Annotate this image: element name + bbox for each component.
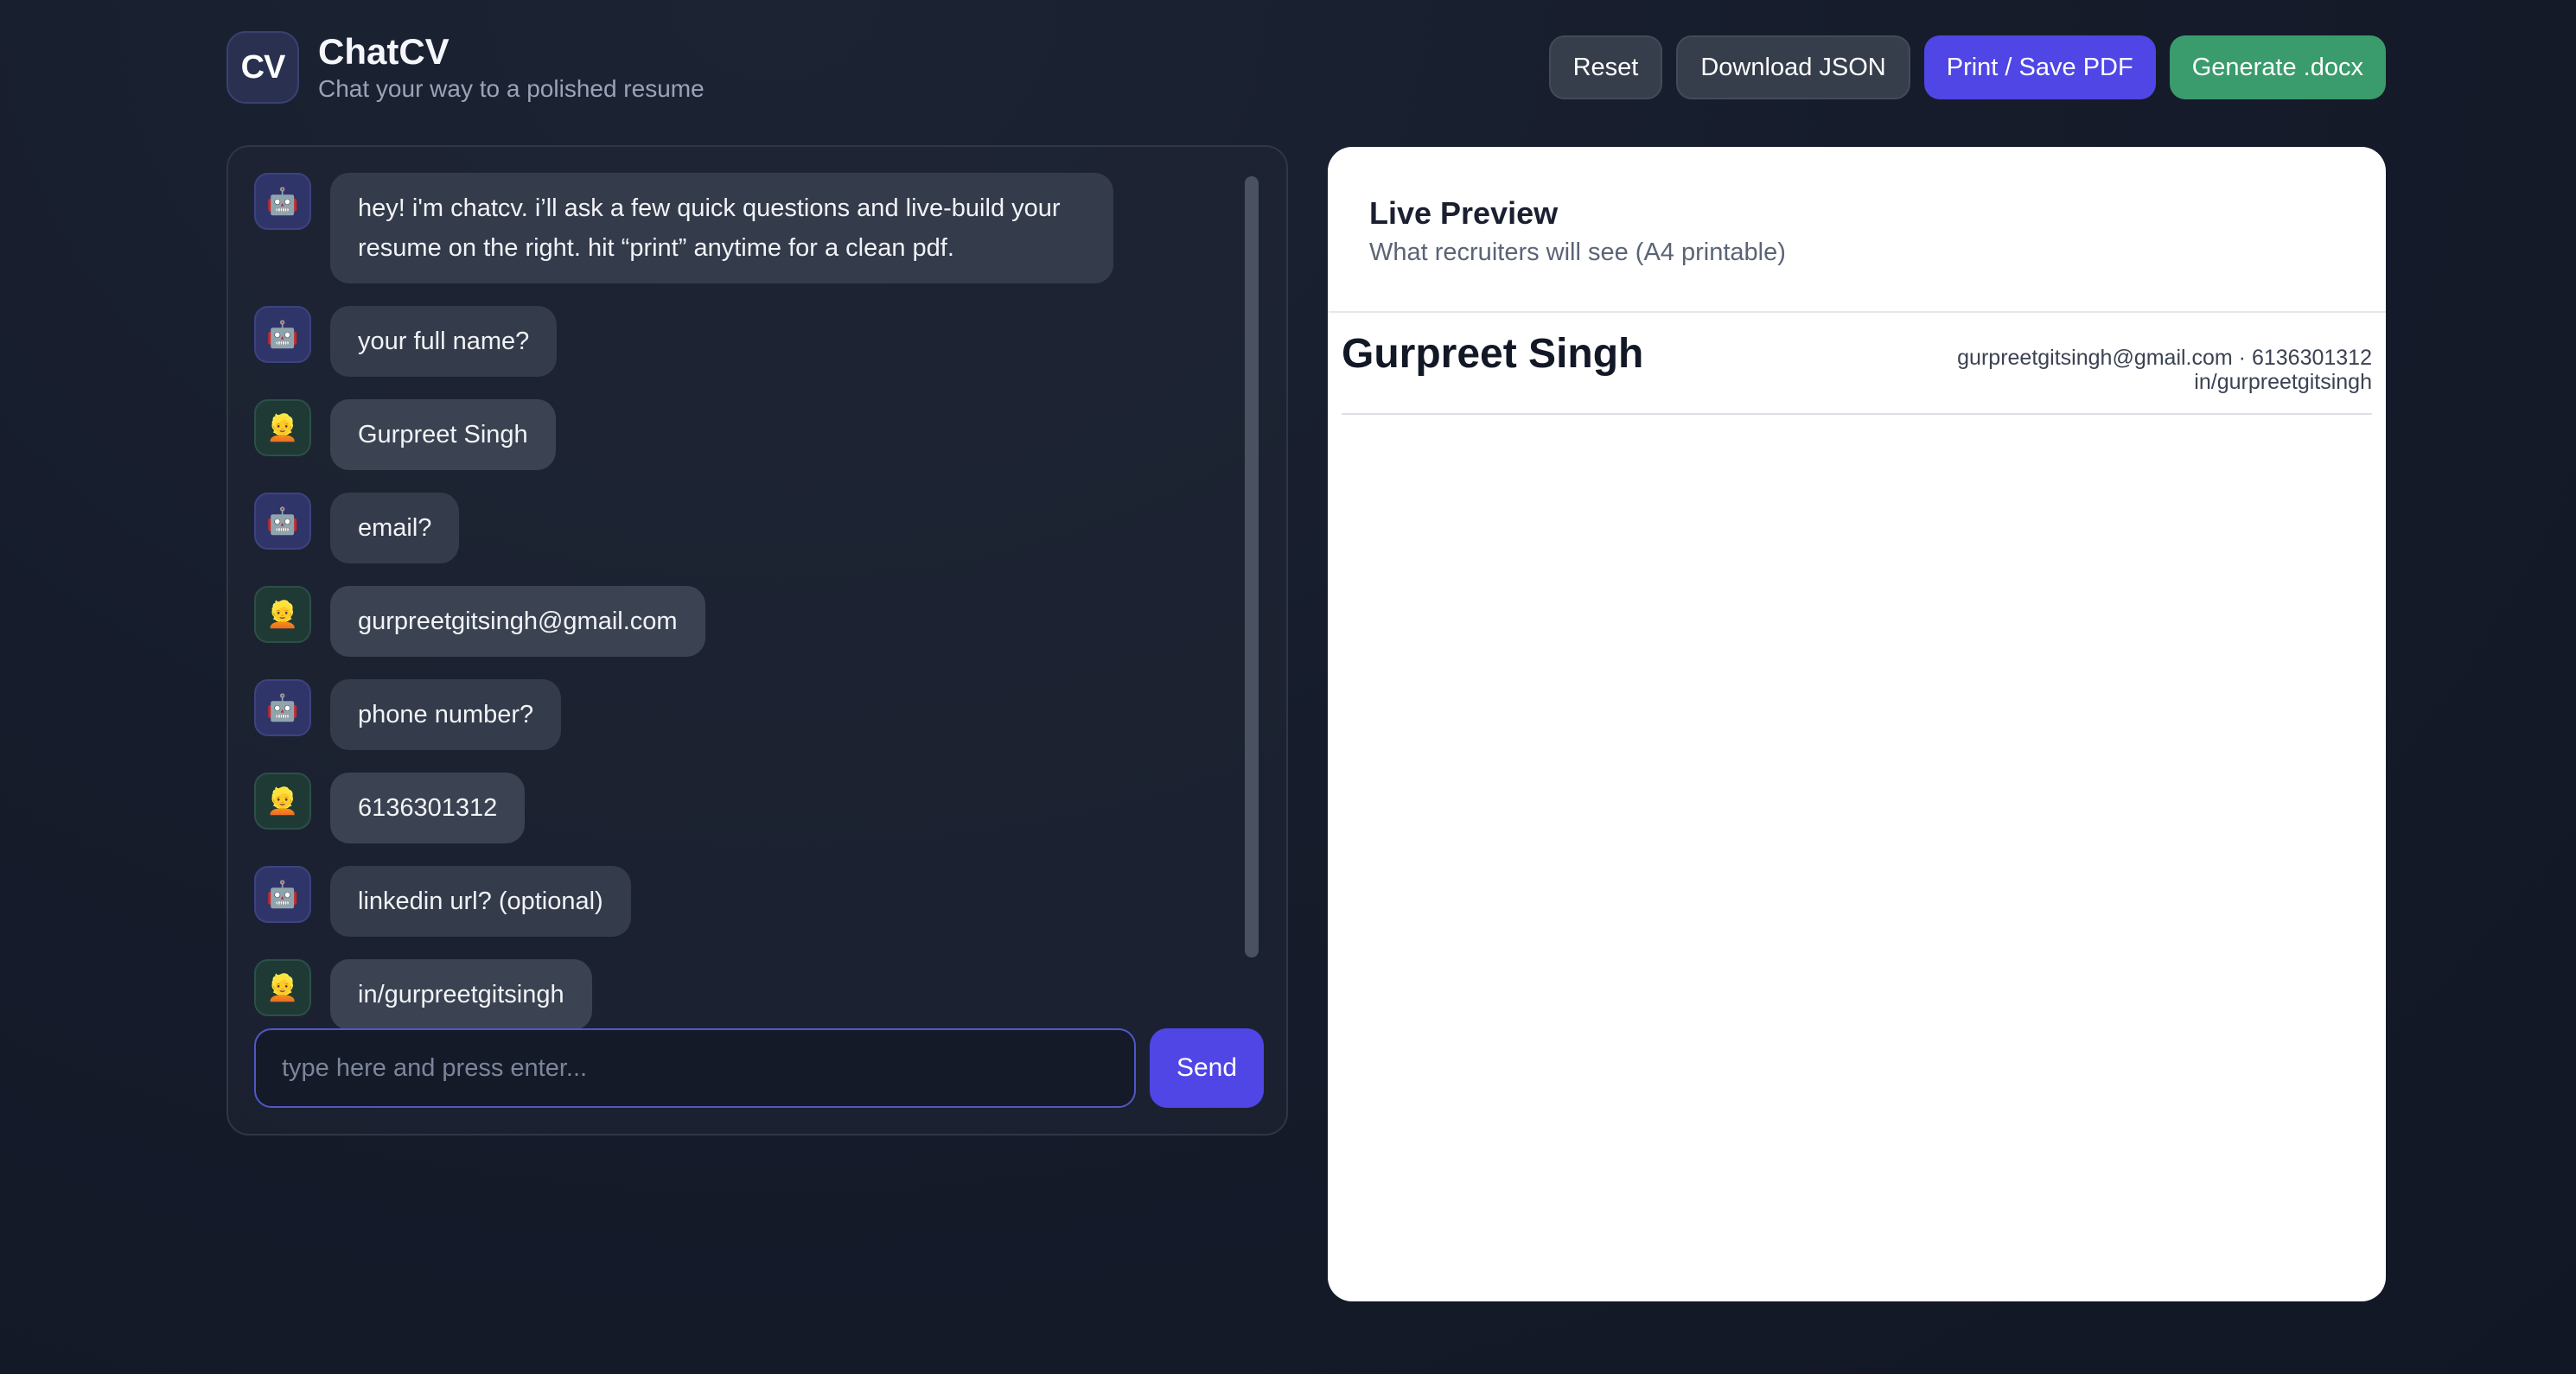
live-preview-panel: Live Preview What recruiters will see (A… — [1328, 147, 2386, 1301]
bot-message: 🤖 email? — [254, 493, 1248, 563]
resume-contact-linkedin: in/gurpreetgitsingh — [2194, 370, 2372, 394]
chat-scrollbar[interactable] — [1245, 176, 1259, 957]
message-bubble: phone number? — [330, 679, 562, 750]
robot-icon: 🤖 — [254, 306, 311, 363]
chat-composer: Send — [254, 1028, 1264, 1108]
resume-header: Gurpreet Singh gurpreetgitsingh@gmail.co… — [1342, 330, 2372, 415]
message-bubble: hey! i'm chatcv. i’ll ask a few quick qu… — [330, 173, 1113, 283]
send-button[interactable]: Send — [1150, 1028, 1264, 1108]
message-bubble: gurpreetgitsingh@gmail.com — [330, 586, 705, 657]
robot-icon: 🤖 — [254, 866, 311, 923]
robot-icon: 🤖 — [254, 493, 311, 550]
bot-message: 🤖 linkedin url? (optional) — [254, 866, 1248, 937]
app-title: ChatCV — [318, 30, 450, 72]
brand-text: ChatCV Chat your way to a polished resum… — [318, 30, 705, 103]
user-message: 👱 6136301312 — [254, 773, 1248, 843]
bot-message: 🤖 your full name? — [254, 306, 1248, 377]
preview-subtitle: What recruiters will see (A4 printable) — [1369, 239, 1786, 266]
bot-message: 🤖 hey! i'm chatcv. i’ll ask a few quick q… — [254, 173, 1248, 283]
brand: CV ChatCV Chat your way to a polished re… — [226, 31, 705, 104]
generate-docx-button[interactable]: Generate .docx — [2169, 35, 2386, 99]
bot-message: 🤖 phone number? — [254, 679, 1248, 750]
message-bubble: linkedin url? (optional) — [330, 866, 631, 937]
user-face-icon: 👱 — [254, 586, 311, 643]
app-subtitle: Chat your way to a polished resume — [318, 75, 705, 103]
user-message: 👱 Gurpreet Singh — [254, 399, 1248, 470]
resume-document: Gurpreet Singh gurpreetgitsingh@gmail.co… — [1328, 313, 2386, 415]
resume-name: Gurpreet Singh — [1342, 331, 1644, 377]
preview-title: Live Preview — [1369, 195, 1559, 231]
user-face-icon: 👱 — [254, 773, 311, 830]
app-header: CV ChatCV Chat your way to a polished re… — [226, 31, 2386, 104]
message-bubble: your full name? — [330, 306, 558, 377]
preview-header: Live Preview What recruiters will see (A… — [1328, 147, 2386, 313]
chat-panel: 🤖 hey! i'm chatcv. i’ll ask a few quick q… — [226, 145, 1288, 1135]
message-bubble: in/gurpreetgitsingh — [330, 959, 592, 1030]
user-message: 👱 gurpreetgitsingh@gmail.com — [254, 586, 1248, 657]
robot-icon: 🤖 — [254, 679, 311, 736]
message-bubble: email? — [330, 493, 460, 563]
resume-contact: gurpreetgitsingh@gmail.com · 6136301312 … — [1957, 346, 2372, 394]
chat-messages[interactable]: 🤖 hey! i'm chatcv. i’ll ask a few quick q… — [254, 173, 1248, 1032]
message-bubble: Gurpreet Singh — [330, 399, 556, 470]
reset-button[interactable]: Reset — [1548, 35, 1663, 99]
user-face-icon: 👱 — [254, 959, 311, 1016]
download-json-button[interactable]: Download JSON — [1676, 35, 1910, 99]
app-logo: CV — [226, 31, 299, 104]
user-message: 👱 in/gurpreetgitsingh — [254, 959, 1248, 1030]
toolbar: Reset Download JSON Print / Save PDF Gen… — [1548, 35, 2386, 99]
resume-contact-email-phone: gurpreetgitsingh@gmail.com · 6136301312 — [1957, 346, 2372, 370]
robot-icon: 🤖 — [254, 173, 311, 230]
message-bubble: 6136301312 — [330, 773, 526, 843]
print-pdf-button[interactable]: Print / Save PDF — [1923, 35, 2156, 99]
chat-input[interactable] — [254, 1028, 1136, 1108]
user-face-icon: 👱 — [254, 399, 311, 456]
